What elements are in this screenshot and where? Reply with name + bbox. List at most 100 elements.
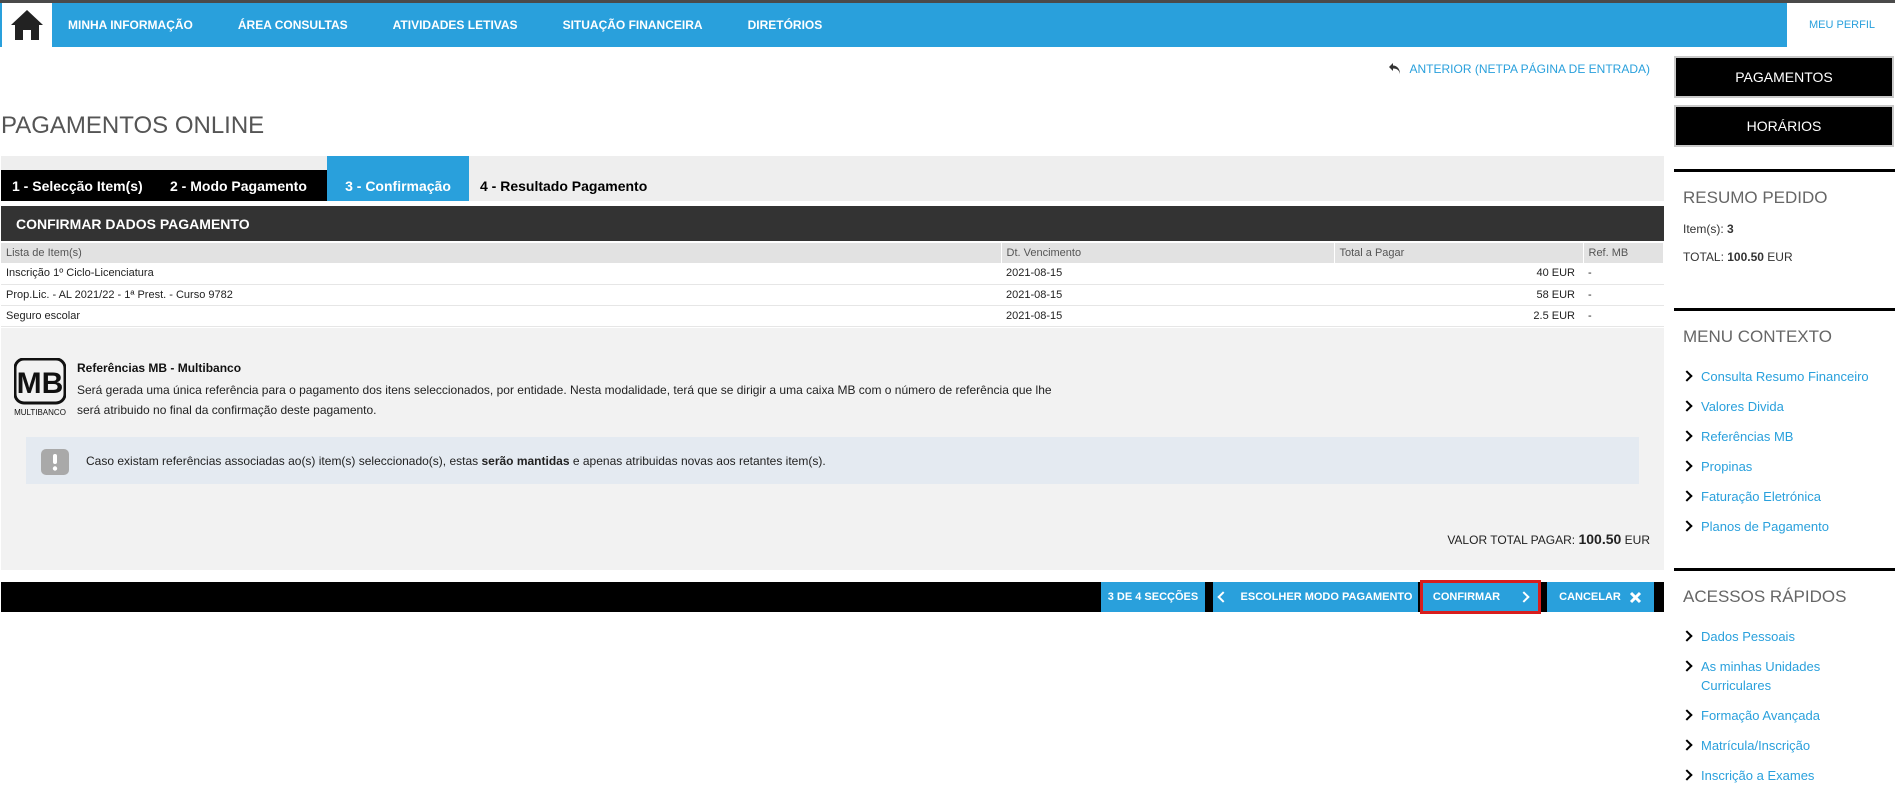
cell-item: Prop.Lic. - AL 2021/22 - 1ª Prest. - Cur…	[1, 284, 1001, 306]
mb-description: Será gerada uma única referência para o …	[77, 383, 1052, 417]
nav-atividades-letivas[interactable]: ATIVIDADES LETIVAS	[393, 18, 518, 32]
cell-due-date: 2021-08-15	[1001, 284, 1334, 306]
link-label: Propinas	[1701, 459, 1753, 474]
total-value: 100.50	[1578, 531, 1622, 547]
summary-total-currency: EUR	[1767, 250, 1793, 264]
total-label: VALOR TOTAL PAGAR:	[1447, 533, 1576, 547]
link-label: Valores Divida	[1701, 399, 1784, 414]
step-4-result: 4 - Resultado Pagamento	[480, 177, 648, 194]
link-label: Formação Avançada	[1701, 708, 1820, 723]
chevron-right-icon	[1681, 660, 1693, 672]
chevron-left-icon	[1216, 591, 1229, 603]
undo-arrow-icon	[1388, 63, 1400, 74]
link-label: Faturação Eletrónica	[1701, 489, 1821, 504]
link-label: Consulta Resumo Financeiro	[1701, 369, 1869, 384]
chevron-right-icon	[1681, 400, 1693, 412]
summary-total: TOTAL: 100.50 EUR	[1674, 250, 1895, 264]
exclamation-icon	[41, 449, 69, 475]
mb-title: Referências MB - Multibanco	[77, 361, 242, 375]
context-link-faturacao[interactable]: Faturação Eletrónica	[1674, 487, 1895, 506]
nav-situacao-financeira[interactable]: SITUAÇÃO FINANCEIRA	[563, 18, 703, 32]
context-link-referencias-mb[interactable]: Referências MB	[1674, 427, 1895, 446]
close-icon	[1629, 591, 1641, 603]
nav-area-consultas[interactable]: ÁREA CONSULTAS	[238, 18, 348, 32]
cell-total: 40 EUR	[1334, 263, 1583, 285]
cell-ref-mb: -	[1583, 284, 1664, 306]
chevron-right-icon	[1681, 769, 1693, 781]
cell-item: Seguro escolar	[1, 305, 1001, 327]
quick-link-matricula[interactable]: Matrícula/Inscrição	[1674, 736, 1895, 755]
step-tabs: 1 - Selecção Item(s) 2 - Modo Pagamento …	[1, 156, 1664, 201]
chevron-right-icon	[1681, 430, 1693, 442]
home-icon	[11, 10, 43, 40]
back-link-label: ANTERIOR (NETPA PÁGINA DE ENTRADA)	[1409, 62, 1650, 76]
cell-item: Inscrição 1º Ciclo-Licenciatura	[1, 263, 1001, 285]
home-button[interactable]	[2, 3, 52, 47]
cancel-button[interactable]: CANCELAR	[1547, 582, 1654, 612]
cell-due-date: 2021-08-15	[1001, 263, 1334, 285]
link-label: Referências MB	[1701, 429, 1794, 444]
confirm-button[interactable]: CONFIRMAR	[1420, 580, 1541, 614]
nav-meu-perfil[interactable]: MEU PERFIL	[1787, 3, 1895, 47]
multibanco-logo-icon: MB MULTIBANCO	[14, 358, 66, 417]
total-to-pay: VALOR TOTAL PAGAR: 100.50 EUR	[1447, 531, 1650, 547]
choose-payment-mode-label: ESCOLHER MODO PAGAMENTO	[1240, 591, 1413, 603]
chevron-right-icon	[1518, 591, 1530, 603]
step-3-confirmation[interactable]: 3 - Confirmação	[327, 156, 469, 201]
summary-items-label: Item(s):	[1683, 222, 1724, 236]
context-link-planos-pagamento[interactable]: Planos de Pagamento	[1674, 517, 1895, 536]
nav-diretorios[interactable]: DIRETÓRIOS	[748, 18, 823, 32]
link-label: Matrícula/Inscrição	[1701, 738, 1811, 753]
col-items: Lista de Item(s)	[1, 243, 1002, 263]
items-table: Lista de Item(s) Dt. Vencimento Total a …	[1, 243, 1664, 327]
summary-items: Item(s): 3	[1674, 222, 1895, 236]
step-2-payment-mode[interactable]: 2 - Modo Pagamento	[170, 170, 307, 201]
quick-access: ACESSOS RÁPIDOS Dados Pessoais As minhas…	[1674, 568, 1895, 783]
step-1-selection[interactable]: 1 - Selecção Item(s)	[12, 170, 143, 201]
order-summary: RESUMO PEDIDO Item(s): 3 TOTAL: 100.50 E…	[1674, 169, 1895, 304]
chevron-right-icon	[1681, 520, 1693, 532]
cell-total: 58 EUR	[1334, 284, 1583, 306]
info-box: Caso existam referências associadas ao(s…	[26, 437, 1639, 484]
chevron-right-icon	[1681, 630, 1693, 642]
quick-link-inscricao-exames[interactable]: Inscrição a Exames	[1674, 766, 1895, 785]
nav-minha-informacao[interactable]: MINHA INFORMAÇÃO	[68, 18, 193, 32]
main-navbar: MINHA INFORMAÇÃO ÁREA CONSULTAS ATIVIDAD…	[0, 3, 1895, 47]
summary-items-value: 3	[1727, 222, 1734, 236]
link-label: Inscrição a Exames	[1701, 768, 1815, 783]
context-menu: MENU CONTEXTO Consulta Resumo Financeiro…	[1674, 308, 1895, 565]
sidebar-horarios-button[interactable]: HORÁRIOS	[1674, 105, 1894, 147]
link-label: As minhas Unidades Curriculares	[1701, 659, 1821, 693]
info-text-bold: serão mantidas	[481, 454, 570, 468]
total-currency: EUR	[1624, 533, 1650, 547]
quick-link-formacao-avancada[interactable]: Formação Avançada	[1674, 706, 1895, 725]
cell-ref-mb: -	[1583, 305, 1664, 327]
quick-link-dados-pessoais[interactable]: Dados Pessoais	[1674, 627, 1895, 646]
summary-total-label: TOTAL:	[1683, 250, 1724, 264]
context-link-resumo-financeiro[interactable]: Consulta Resumo Financeiro	[1674, 367, 1895, 386]
context-link-valores-divida[interactable]: Valores Divida	[1674, 397, 1895, 416]
chevron-right-icon	[1681, 490, 1693, 502]
quick-access-title: ACESSOS RÁPIDOS	[1683, 587, 1847, 606]
confirm-label: CONFIRMAR	[1432, 591, 1501, 603]
sections-indicator: 3 DE 4 SECÇÕES	[1101, 582, 1205, 612]
chevron-right-icon	[1681, 370, 1693, 382]
action-bar: 3 DE 4 SECÇÕES ESCOLHER MODO PAGAMENTO C…	[1, 580, 1664, 614]
chevron-right-icon	[1681, 739, 1693, 751]
chevron-right-icon	[1681, 460, 1693, 472]
info-text: Caso existam referências associadas ao(s…	[86, 454, 826, 468]
table-row: Inscrição 1º Ciclo-Licenciatura 2021-08-…	[1, 263, 1664, 285]
back-link[interactable]: ANTERIOR (NETPA PÁGINA DE ENTRADA)	[1388, 62, 1650, 76]
info-text-end: e apenas atribuidas novas aos retantes i…	[569, 454, 826, 468]
context-link-propinas[interactable]: Propinas	[1674, 457, 1895, 476]
cell-due-date: 2021-08-15	[1001, 305, 1334, 327]
context-menu-title: MENU CONTEXTO	[1683, 327, 1832, 346]
order-summary-title: RESUMO PEDIDO	[1683, 188, 1828, 207]
info-text-start: Caso existam referências associadas ao(s…	[86, 454, 482, 468]
cell-total: 2.5 EUR	[1334, 305, 1583, 327]
choose-payment-mode-button[interactable]: ESCOLHER MODO PAGAMENTO	[1213, 582, 1418, 612]
quick-link-unidades-curriculares[interactable]: As minhas Unidades Curriculares	[1674, 657, 1895, 695]
payment-details-panel: MB MULTIBANCO Referências MB - Multibanc…	[1, 328, 1664, 570]
link-label: Dados Pessoais	[1701, 629, 1795, 644]
sidebar-pagamentos-button[interactable]: PAGAMENTOS	[1674, 56, 1894, 98]
